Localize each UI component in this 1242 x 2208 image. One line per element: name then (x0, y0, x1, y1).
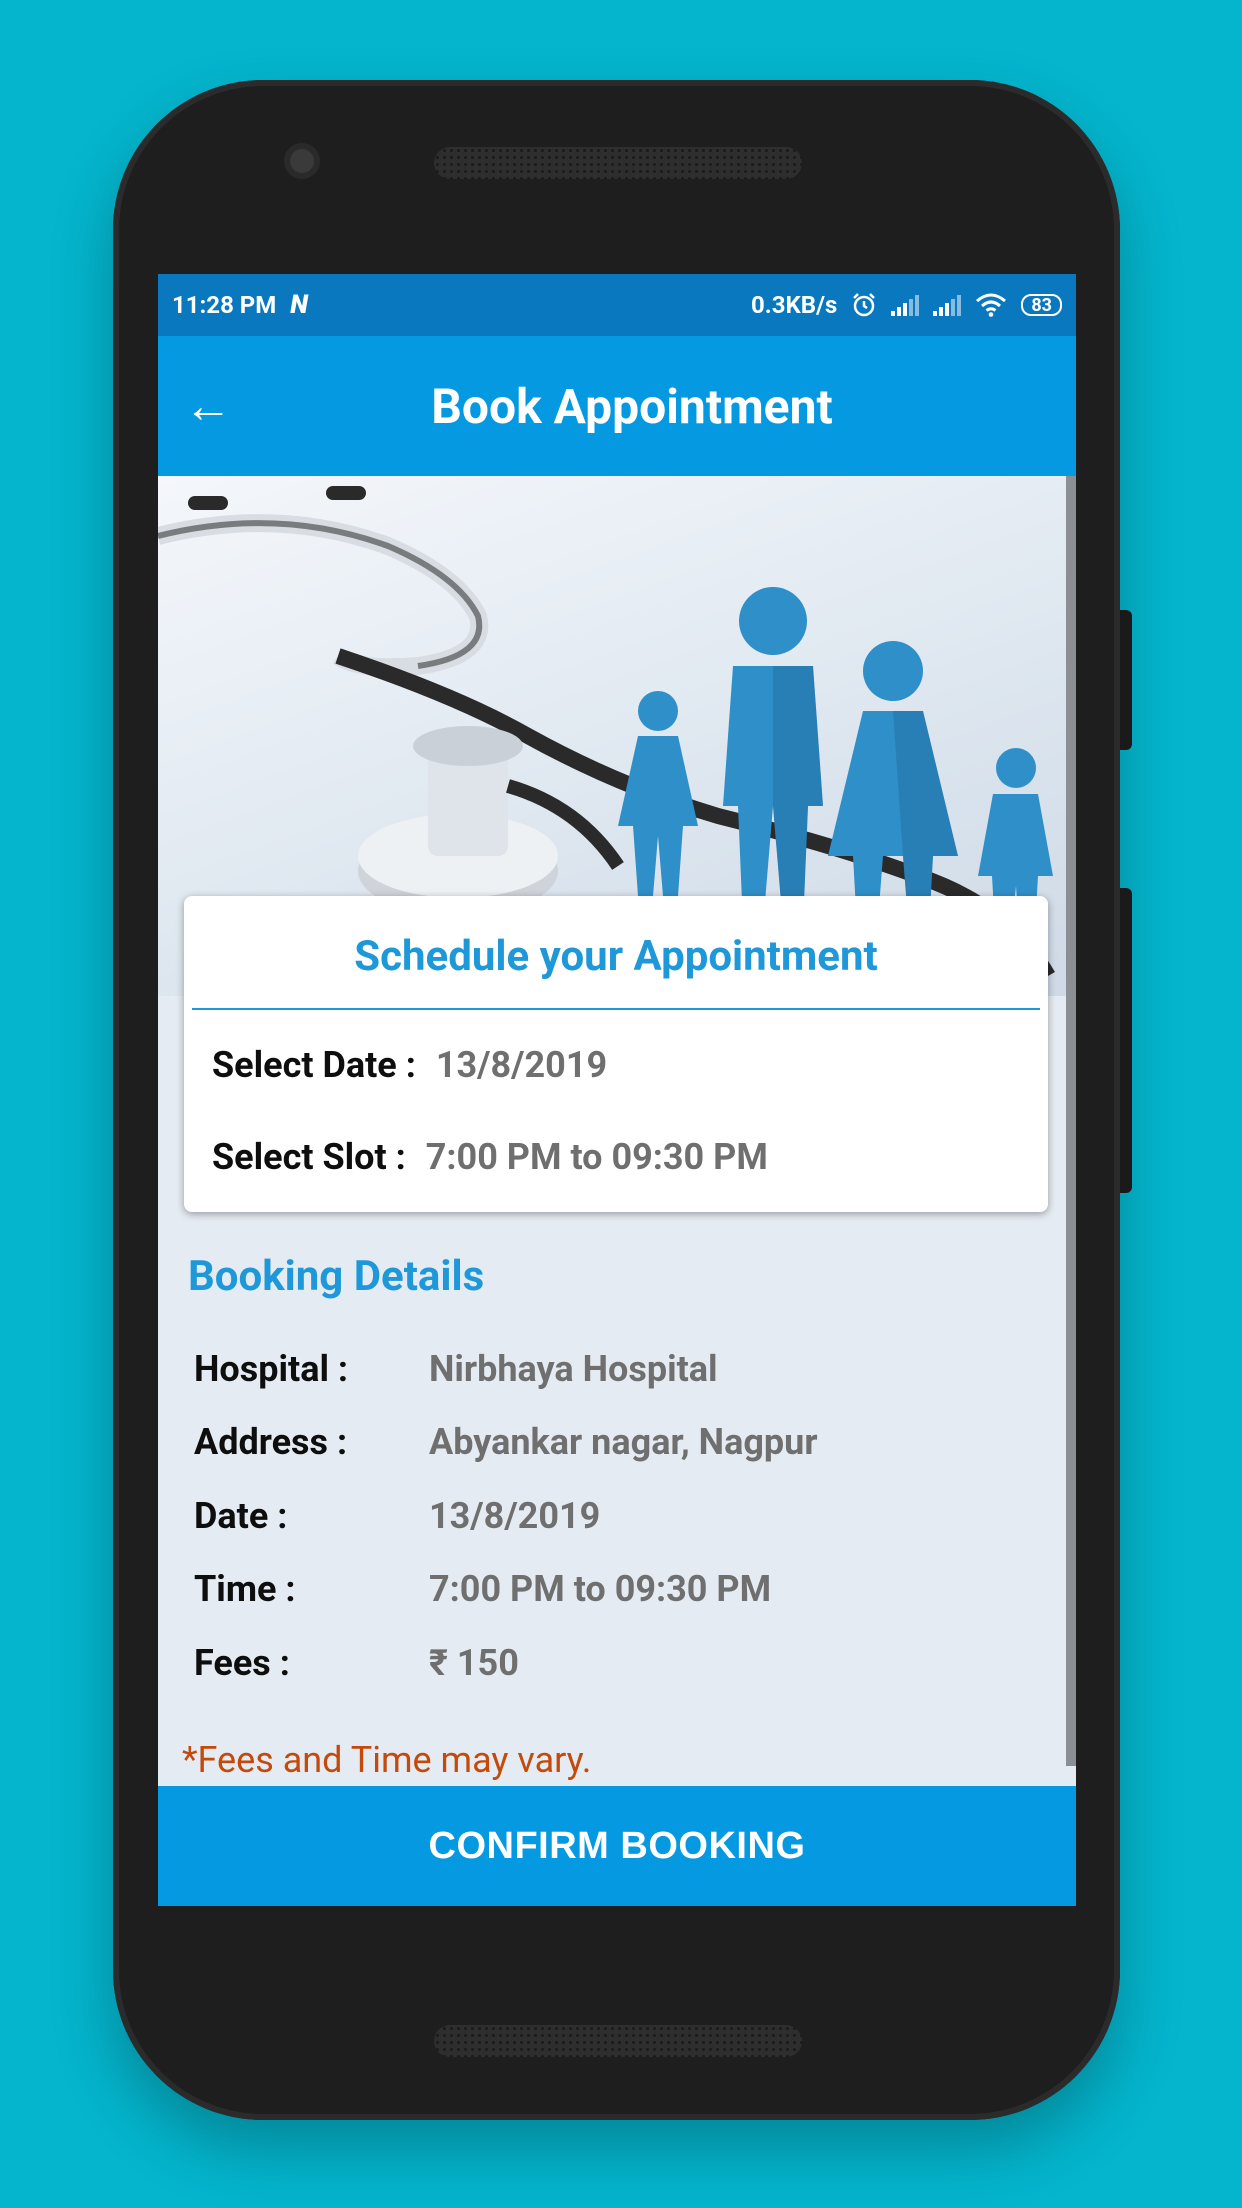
detail-value: 7:00 PM to 09:30 PM (429, 1568, 772, 1610)
scrollbar[interactable] (1066, 476, 1076, 1766)
signal-icon-sim1 (891, 294, 920, 316)
booking-details-title: Booking Details (188, 1252, 485, 1301)
fees-note: *Fees and Time may vary. (182, 1739, 592, 1781)
signal-icon-sim2 (933, 294, 962, 316)
select-slot-label: Select Slot : (212, 1136, 406, 1178)
detail-label: Hospital : (194, 1348, 349, 1390)
wifi-icon (976, 293, 1007, 317)
page-title: Book Appointment (431, 377, 833, 435)
alarm-icon (853, 293, 876, 317)
phone-volume-button (1120, 888, 1132, 1193)
card-divider (192, 1008, 1040, 1010)
app-bar: ← Book Appointment (158, 336, 1076, 476)
status-time: 11:28 PM (172, 291, 277, 319)
detail-label: Date : (194, 1495, 288, 1537)
confirm-booking-button[interactable]: CONFIRM BOOKING (158, 1786, 1076, 1906)
network-speed: 0.3KB/s (751, 291, 838, 319)
detail-value: Abyankar nagar, Nagpur (429, 1421, 818, 1463)
phone-power-button (1120, 610, 1132, 750)
battery-icon: 83 (1021, 294, 1062, 316)
select-date-value[interactable]: 13/8/2019 (436, 1044, 607, 1086)
select-slot-row[interactable]: Select Slot : 7:00 PM to 09:30 PM (212, 1136, 768, 1178)
detail-label: Fees : (194, 1642, 290, 1684)
front-camera (284, 143, 320, 179)
detail-label: Time : (194, 1568, 296, 1610)
schedule-card: Schedule your Appointment Select Date : … (184, 896, 1048, 1212)
schedule-card-title: Schedule your Appointment (354, 932, 878, 981)
phone-bottom-speaker (434, 2025, 802, 2057)
app-screen: 11:28 PM N 0.3KB/s 83 ← Book Appointment… (158, 274, 1076, 1906)
select-date-row[interactable]: Select Date : 13/8/2019 (212, 1044, 607, 1086)
select-date-label: Select Date : (212, 1044, 416, 1086)
detail-value: ₹ 150 (429, 1642, 519, 1684)
select-slot-value[interactable]: 7:00 PM to 09:30 PM (426, 1136, 768, 1178)
notification-icon: N (290, 290, 309, 320)
detail-value: 13/8/2019 (429, 1495, 601, 1537)
detail-label: Address : (194, 1421, 348, 1463)
back-arrow-icon[interactable]: ← (178, 376, 238, 436)
phone-top-speaker (434, 147, 802, 179)
status-bar: 11:28 PM N 0.3KB/s 83 (158, 274, 1076, 336)
detail-value: Nirbhaya Hospital (429, 1348, 718, 1390)
